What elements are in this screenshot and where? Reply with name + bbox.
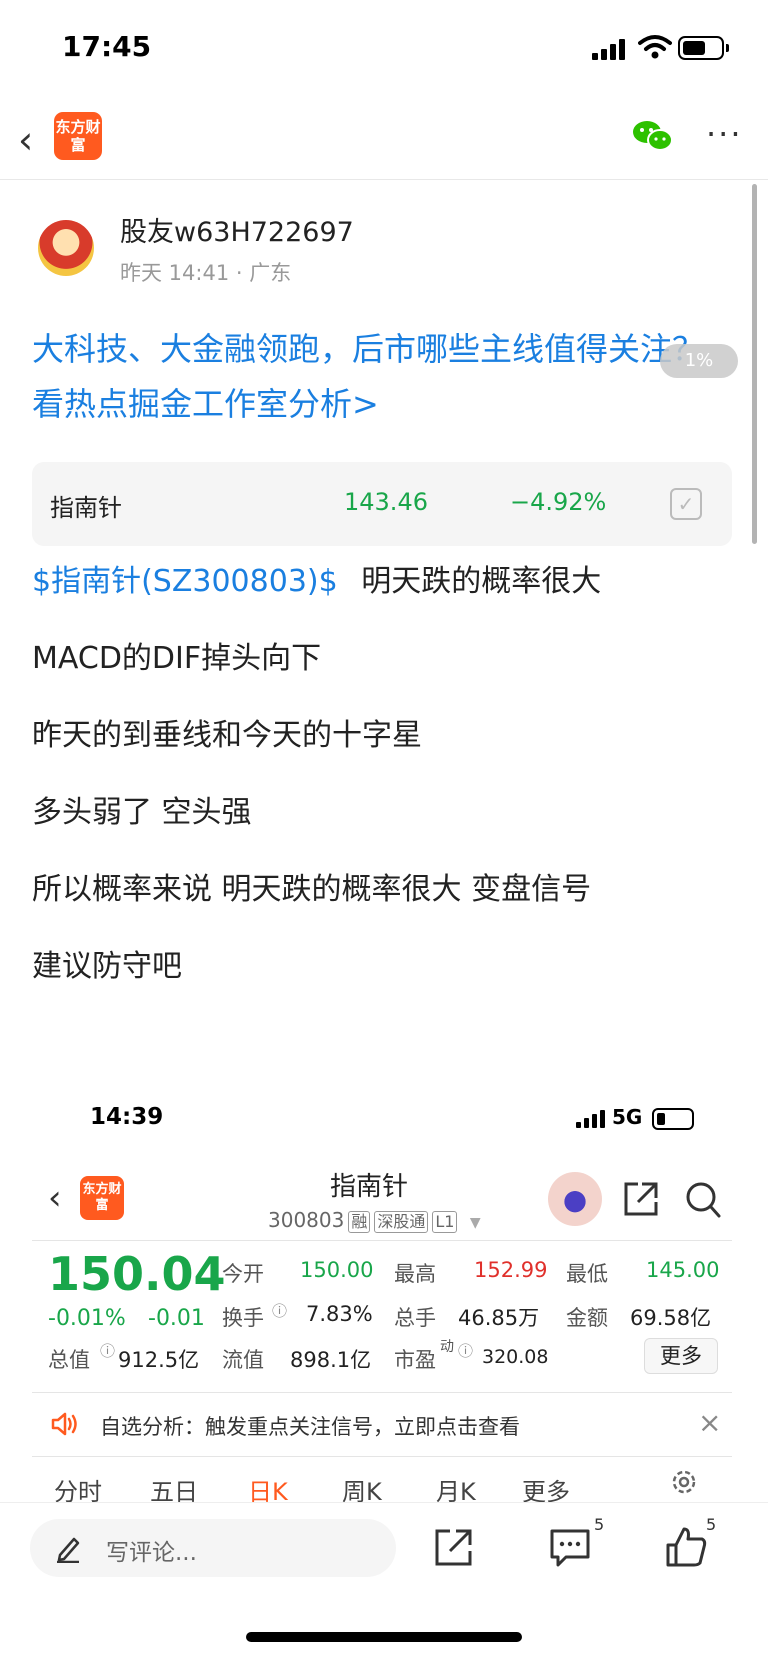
chevron-down-icon: ▼ (469, 1215, 481, 1231)
embedded-stock-code: 300803 融深股通 L1 ▼ (268, 1208, 481, 1233)
info-icon: ⓘ (100, 1342, 116, 1360)
embedded-more-button: 更多 (644, 1338, 718, 1374)
speaker-icon (51, 1412, 77, 1436)
comment-count: 5 (594, 1515, 605, 1534)
mktcap-label: 总值 (48, 1348, 90, 1372)
status-bar: 17:45 (0, 0, 768, 100)
progress-badge: 1% (660, 344, 738, 378)
high-label: 最高 (394, 1262, 436, 1286)
embedded-alert-banner: 自选分析：触发重点关注信号，立即点击查看 × (32, 1398, 732, 1454)
signal-icon (592, 38, 628, 60)
headline-link[interactable]: 大科技、大金融领跑，后市哪些主线值得关注？看热点掘金工作室分析> (32, 322, 732, 432)
comment-placeholder: 写评论... (106, 1540, 197, 1566)
scrollbar[interactable] (752, 184, 757, 544)
bottom-action-bar: 写评论... 5 5 (0, 1502, 768, 1622)
stock-card[interactable]: 指南针 143.46 −4.92% ✓ (32, 462, 732, 546)
embedded-status-time: 14:39 (90, 1104, 164, 1130)
amount-label: 金额 (566, 1306, 608, 1330)
volume-label: 总手 (394, 1306, 436, 1330)
embedded-price: 150.04 (48, 1247, 226, 1301)
low-value: 145.00 (646, 1258, 720, 1282)
divider (32, 1456, 732, 1457)
open-value: 150.00 (300, 1258, 374, 1282)
high-value: 152.99 (474, 1258, 548, 1282)
divider (32, 1240, 732, 1241)
add-watchlist-checkbox[interactable]: ✓ (670, 488, 702, 520)
amount-value: 69.58亿 (630, 1306, 712, 1330)
post-paragraph: MACD的DIF掉头向下 (32, 641, 322, 676)
battery-icon (678, 36, 724, 60)
embedded-change-abs: -0.01 (148, 1306, 205, 1331)
back-icon[interactable]: ‹ (18, 118, 54, 162)
post-paragraph: 昨天的到垂线和今天的十字星 (32, 718, 422, 753)
turnover-label: 换手 (222, 1306, 264, 1330)
like-icon[interactable] (664, 1525, 708, 1569)
comment-input[interactable]: 写评论... (30, 1519, 396, 1577)
home-indicator (246, 1632, 522, 1642)
nav-bar: ‹ 东方财富 ··· (0, 100, 768, 180)
post-paragraph: 多头弱了 空头强 (32, 795, 252, 830)
pe-label: 市盈 (394, 1348, 436, 1372)
share-icon[interactable] (432, 1525, 476, 1569)
info-icon: ⓘ (272, 1302, 288, 1320)
open-label: 今开 (222, 1262, 264, 1286)
tag-level: L1 (432, 1211, 458, 1233)
embedded-app-logo: 东方财富 (80, 1176, 124, 1220)
stock-name: 指南针 (50, 494, 122, 522)
post-meta: 昨天 14:41 · 广东 (120, 261, 292, 285)
divider (32, 1392, 732, 1393)
stock-price: 143.46 (344, 488, 428, 516)
embedded-signal-icon (576, 1110, 606, 1128)
wifi-icon (638, 35, 672, 59)
alert-text: 自选分析：触发重点关注信号，立即点击查看 (100, 1415, 520, 1439)
float-value: 898.1亿 (290, 1348, 372, 1372)
post-paragraph: $指南针(SZ300803)$ 明天跌的概率很大 (32, 556, 601, 600)
close-icon: × (698, 1406, 722, 1439)
turnover-value: 7.83% (306, 1302, 373, 1326)
embedded-share-icon (624, 1182, 658, 1216)
float-label: 流值 (222, 1348, 264, 1372)
mktcap-value: 912.5亿 (118, 1348, 200, 1372)
post-paragraph: 所以概率来说 明天跌的概率很大 变盘信号 (32, 872, 592, 907)
embedded-stock-title: 指南针 (330, 1172, 409, 1202)
embedded-search-icon (686, 1182, 721, 1218)
post-paragraph: 建议防守吧 (32, 949, 182, 984)
more-options-icon[interactable]: ··· (706, 118, 743, 150)
embedded-back-icon: ‹ (48, 1178, 62, 1218)
info-icon: ⓘ (458, 1342, 474, 1360)
app-logo[interactable]: 东方财富 (54, 112, 102, 160)
status-time: 17:45 (62, 30, 152, 63)
like-count: 5 (706, 1515, 717, 1534)
pen-icon (57, 1537, 80, 1563)
robot-assistant-icon (548, 1172, 602, 1226)
volume-value: 46.85万 (458, 1306, 540, 1330)
gear-icon (672, 1470, 696, 1494)
avatar[interactable] (38, 220, 94, 276)
embedded-network: 5G (612, 1105, 643, 1129)
stock-link[interactable]: $指南针(SZ300803)$ (32, 564, 338, 599)
pe-value: 320.08 (482, 1346, 549, 1368)
comment-icon[interactable] (548, 1525, 592, 1569)
pe-sup: 动 (440, 1339, 454, 1355)
tag-margin: 融 (348, 1211, 371, 1233)
stock-change: −4.92% (510, 488, 607, 516)
wechat-share-icon[interactable] (632, 118, 674, 154)
paragraph-text: 明天跌的概率很大 (361, 564, 602, 599)
embedded-battery-icon (652, 1108, 694, 1130)
low-label: 最低 (566, 1262, 608, 1286)
embedded-change-pct: -0.01% (48, 1306, 126, 1331)
author-name[interactable]: 股友w63H722697 (120, 210, 354, 249)
tag-connect: 深股通 (374, 1211, 429, 1233)
battery-tip (726, 44, 729, 52)
